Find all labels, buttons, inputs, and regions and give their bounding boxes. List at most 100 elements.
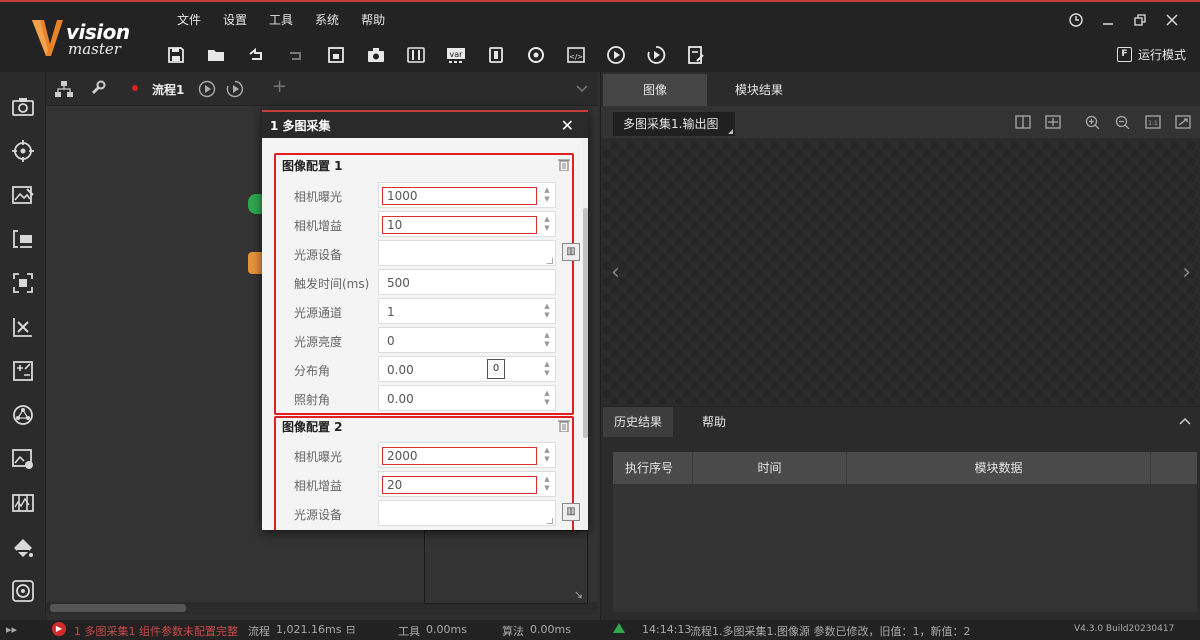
spin-arrows-icon[interactable]: ▲ ▼ [543, 302, 551, 322]
menu-help[interactable]: 帮助 [350, 12, 396, 28]
exposure-input[interactable]: 1000 ▲ ▼ [378, 182, 556, 208]
locate-icon[interactable] [10, 138, 36, 164]
undo-icon[interactable] [244, 44, 267, 67]
restore-icon[interactable] [1124, 10, 1156, 30]
flow-node-multi-capture[interactable] [248, 252, 262, 274]
lock-icon[interactable] [324, 44, 347, 67]
code-icon[interactable]: </> [564, 44, 587, 67]
zoom-out-icon[interactable] [1115, 115, 1131, 130]
spin-arrows-icon[interactable]: ▲ ▼ [543, 389, 551, 409]
camera-icon[interactable] [364, 44, 387, 67]
dialog-close-button[interactable]: ✕ [561, 116, 574, 135]
align-icon[interactable] [10, 314, 36, 340]
tab-history-results[interactable]: 历史结果 [603, 407, 673, 437]
run-mode-button[interactable]: F 运行模式 [1116, 46, 1186, 63]
recognition-icon[interactable] [10, 226, 36, 252]
light-brightness-input[interactable]: 0 ▲ ▼ [378, 327, 556, 353]
dialog-scrollbar[interactable] [582, 138, 588, 530]
tab-flow1[interactable]: 流程1 [152, 81, 184, 98]
distribution-angle-input[interactable]: 0.00 0 ▲ ▼ [378, 356, 556, 382]
spin-arrows-icon[interactable]: ▲ ▼ [543, 475, 551, 495]
logic-icon[interactable] [10, 402, 36, 428]
image-source-select[interactable]: 多图采集1.输出图 [613, 112, 735, 136]
flow-run-once-icon[interactable] [198, 80, 216, 101]
next-image-icon[interactable]: › [1182, 260, 1191, 285]
stats-icon[interactable]: ⊟ [346, 623, 355, 636]
variable-icon[interactable]: var [444, 44, 467, 67]
illumination-angle-input[interactable]: 0.00 ▲ ▼ [378, 385, 556, 411]
defect-icon[interactable] [10, 534, 36, 560]
trigger-time-input[interactable]: 500 [378, 269, 556, 295]
controller-icon[interactable] [404, 44, 427, 67]
column-time[interactable]: 时间 [693, 452, 847, 484]
split-view-icon[interactable] [1015, 115, 1031, 129]
chevron-down-icon[interactable] [576, 82, 588, 96]
light-device-select[interactable] [378, 240, 556, 266]
image-capture-icon[interactable] [10, 94, 36, 120]
column-module-data[interactable]: 模块数据 [847, 452, 1151, 484]
flow-minimap[interactable]: ↘ [424, 530, 588, 604]
flow-hscroll-thumb[interactable] [50, 604, 186, 612]
deep-learning-icon[interactable] [10, 578, 36, 604]
run-loop-icon[interactable] [644, 44, 667, 67]
open-folder-icon[interactable] [204, 44, 227, 67]
image-process-icon[interactable] [10, 446, 36, 472]
form-icon[interactable] [684, 44, 707, 67]
fit-window-icon[interactable] [1175, 115, 1191, 129]
column-exec-index[interactable]: 执行序号 [613, 452, 693, 484]
dialog-title-bar: 1 多图采集 ✕ [262, 110, 588, 138]
tab-image[interactable]: 图像 [603, 74, 707, 106]
zoom-in-icon[interactable] [1085, 115, 1101, 130]
flow-run-loop-icon[interactable] [226, 80, 244, 101]
distribution-angle-mini-input[interactable]: 0 [487, 359, 505, 379]
menu-tools[interactable]: 工具 [258, 12, 304, 28]
spin-arrows-icon[interactable]: ▲ ▼ [543, 331, 551, 351]
close-icon[interactable] [1156, 10, 1188, 30]
dialog-scrollbar-thumb[interactable] [583, 208, 588, 438]
flow-time-value: 1,021.16ms [276, 623, 342, 636]
light-channel-input[interactable]: 1 ▲ ▼ [378, 298, 556, 324]
spin-arrows-icon[interactable]: ▲ ▼ [543, 446, 551, 466]
light-device-config-icon[interactable]: ▥ [562, 243, 580, 261]
actual-size-icon[interactable]: 1:1 [1145, 115, 1161, 129]
calibrate-icon[interactable] [10, 270, 36, 296]
delete-icon[interactable] [558, 419, 570, 433]
delete-icon[interactable] [558, 158, 570, 172]
tab-help[interactable]: 帮助 [679, 407, 749, 437]
communication-icon[interactable] [484, 44, 507, 67]
minimize-icon[interactable] [1092, 10, 1124, 30]
light-device-config-icon[interactable]: ▥ [562, 503, 580, 521]
save-icon[interactable] [164, 44, 187, 67]
spin-arrows-icon[interactable]: ▲ ▼ [543, 215, 551, 235]
menu-file[interactable]: 文件 [166, 12, 212, 28]
global-script-icon[interactable] [524, 44, 547, 67]
wrench-icon[interactable] [90, 80, 106, 99]
redo-icon[interactable] [284, 44, 307, 67]
crosshair-icon[interactable] [1045, 115, 1061, 129]
resize-grip-icon[interactable]: ↘ [574, 588, 583, 601]
measure-icon[interactable] [10, 182, 36, 208]
spin-arrows-icon[interactable]: ▲ ▼ [543, 186, 551, 206]
exposure-input[interactable]: 2000 ▲ ▼ [378, 442, 556, 468]
error-message[interactable]: 1 多图采集1 组件参数未配置完整 [74, 623, 238, 639]
expand-icon[interactable]: ▸▸ [6, 623, 17, 636]
menu-system[interactable]: 系统 [304, 12, 350, 28]
color-icon[interactable] [10, 490, 36, 516]
param-value: 1 [387, 305, 395, 319]
tab-module-results[interactable]: 模块结果 [707, 74, 811, 106]
image-viewport[interactable]: ‹ › [603, 142, 1199, 404]
compute-icon[interactable] [10, 358, 36, 384]
run-once-icon[interactable] [604, 44, 627, 67]
param-label: 相机增益 [294, 219, 343, 233]
spin-arrows-icon[interactable]: ▲ ▼ [543, 360, 551, 380]
menu-settings[interactable]: 设置 [212, 12, 258, 28]
prev-image-icon[interactable]: ‹ [611, 260, 620, 285]
flow-tree-icon[interactable] [54, 80, 74, 101]
gain-input[interactable]: 20 ▲ ▼ [378, 471, 556, 497]
chevron-up-icon[interactable] [1179, 414, 1191, 428]
add-flow-button[interactable]: + [272, 76, 287, 97]
light-device-select[interactable] [378, 500, 556, 526]
gain-input[interactable]: 10 ▲ ▼ [378, 211, 556, 237]
clock-icon[interactable] [1060, 10, 1092, 30]
param-label: 分布角 [294, 364, 331, 378]
